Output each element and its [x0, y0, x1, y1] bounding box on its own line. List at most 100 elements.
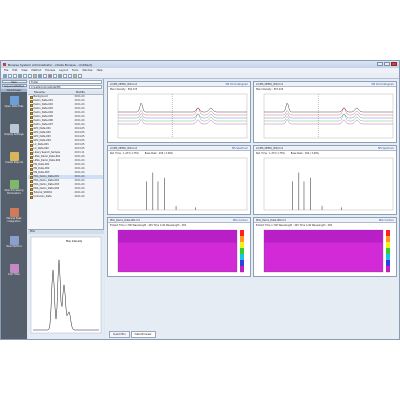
data-file-icon	[29, 175, 33, 179]
menu-method[interactable]: Method	[32, 69, 42, 72]
open-icon[interactable]	[3, 73, 7, 78]
nav-button-filter[interactable]: Instr Filter	[1, 264, 27, 288]
chrom-plot[interactable]	[254, 91, 396, 143]
nav-button-new-method[interactable]: New Method	[1, 236, 27, 260]
nav-button-label: Display Settings	[4, 133, 24, 136]
menu-process[interactable]: Process	[45, 69, 55, 72]
nav-button-peak-integration[interactable]: Manual Peak Integration	[1, 208, 27, 232]
pda-preview-chart: Max Intensity	[30, 236, 102, 334]
grid-icon[interactable]	[43, 73, 47, 78]
color-scale-band	[386, 229, 390, 236]
data-file-icon	[29, 163, 33, 167]
pane-mode[interactable]: MS Spectrum	[378, 147, 394, 150]
pane-mode[interactable]: PDA Contour	[379, 219, 394, 222]
zoom-icon[interactable]	[38, 73, 42, 78]
refresh-icon[interactable]	[18, 73, 22, 78]
report-icon	[9, 152, 19, 161]
new-method-icon	[9, 236, 19, 245]
chrom-plot[interactable]	[108, 91, 250, 143]
color-scale-band	[240, 265, 244, 272]
file-browser-panel: Folder C:\LabSolutions\Data\MS Filename …	[28, 79, 104, 339]
nav-mode-sequence[interactable]: Sequence/Method	[1, 83, 27, 87]
window-controls	[377, 62, 397, 66]
tab-quant-browser[interactable]: Quant Bro	[109, 331, 130, 338]
pane-mode[interactable]: MS Spectrum	[232, 147, 248, 150]
folder-path-field[interactable]: C:\LabSolutions\Data\MS	[29, 85, 102, 89]
column-modified[interactable]: Modifie	[74, 91, 85, 94]
spec-plot[interactable]	[254, 155, 396, 215]
nav-button-processing[interactable]: New Processing Parameters	[1, 180, 27, 204]
menu-view[interactable]: View	[21, 69, 27, 72]
pane-contour-left[interactable]: PDA_Demo_Data-001.lcd PDA Contour Extract …	[107, 217, 251, 277]
data-file-icon	[29, 131, 33, 135]
copy-icon[interactable]	[28, 73, 32, 78]
left-navigation: Open Sequence/Method Data Browser Open D…	[1, 79, 27, 339]
pane-chrom-right[interactable]: LC/MS_DEMO_IDX2.lcd MS Chromatogram Max In…	[253, 81, 397, 143]
nav-mode-open[interactable]: Open	[1, 79, 27, 83]
peak-icon[interactable]	[48, 73, 52, 78]
cut-icon[interactable]	[23, 73, 27, 78]
nav-button-label: Open Data Files	[4, 105, 24, 108]
save-icon[interactable]	[8, 73, 12, 78]
nav-mode-data-browser[interactable]: Data Browser	[1, 89, 27, 92]
pane-chrom-left[interactable]: LC/MS_DEMO_IDX1.lcd MS Chromatogram Max In…	[107, 81, 251, 143]
file-row[interactable]: Unknown_Data 2011-04	[28, 195, 103, 199]
data-file-icon	[29, 135, 33, 139]
color-scale-band	[386, 265, 390, 272]
overlay-icon[interactable]	[53, 73, 57, 78]
title-bar: Browse System Administrator - [Data Brow…	[1, 61, 399, 68]
bottom-tabs: Quant Bro Data Browser	[105, 331, 156, 338]
plot-area	[263, 157, 394, 210]
color-scale-band	[386, 253, 390, 260]
pane-mode[interactable]: MS Chromatogram	[226, 83, 248, 86]
data-file-icon	[29, 159, 33, 163]
nav-mode-selector: Open Sequence/Method	[1, 79, 27, 89]
folder-type-dropdown[interactable]: Folder	[29, 80, 102, 84]
tab-data-browser[interactable]: Data Browser	[130, 331, 156, 338]
contour-plot[interactable]	[254, 227, 396, 277]
pane-spec-left[interactable]: LC/MS_DEMO_IDX1.lcd MS Spectrum Ret. Time …	[107, 145, 251, 215]
color-scale-band	[240, 229, 244, 236]
data-file-icon	[29, 155, 33, 159]
help-icon[interactable]	[78, 73, 82, 78]
settings-icon[interactable]	[68, 73, 72, 78]
window-title: Browse System Administrator - [Data Brow…	[8, 62, 92, 67]
data-file-icon	[29, 179, 33, 183]
maximize-button[interactable]	[384, 62, 390, 66]
report-icon[interactable]	[73, 73, 77, 78]
nav-button-folder[interactable]: Open Data Files	[1, 96, 27, 120]
close-button[interactable]	[391, 62, 397, 66]
pda-preview-panel: PDA Max Intensity	[28, 229, 104, 339]
print-icon[interactable]	[13, 73, 17, 78]
contour-plot[interactable]	[108, 227, 250, 277]
app-icon	[3, 63, 6, 66]
spectrum-icon[interactable]	[58, 73, 62, 78]
table-icon[interactable]	[63, 73, 67, 78]
application-window: Browse System Administrator - [Data Brow…	[0, 60, 400, 340]
menu-tools[interactable]: Tools	[72, 69, 78, 72]
nav-button-label: New Method	[6, 245, 22, 248]
nav-button-display-settings[interactable]: Display Settings	[1, 124, 27, 148]
color-scale-band	[240, 241, 244, 248]
processing-icon	[9, 180, 19, 189]
peak-integration-icon	[9, 208, 19, 217]
pane-mode[interactable]: MS Chromatogram	[372, 83, 394, 86]
pane-contour-right[interactable]: PDA_Demo_Data-002.lcd PDA Contour Extract …	[253, 217, 397, 277]
column-filename[interactable]: Filename	[28, 91, 74, 94]
nav-button-report[interactable]: Create Reports	[1, 152, 27, 176]
pane-mode[interactable]: PDA Contour	[233, 219, 248, 222]
color-scale-band	[386, 235, 390, 242]
plot-area	[117, 93, 248, 138]
spec-plot[interactable]	[108, 155, 250, 215]
menu-edit[interactable]: Edit	[12, 69, 17, 72]
data-file-icon	[29, 103, 33, 107]
pane-spec-right[interactable]: LC/MS_DEMO_IDX2.lcd MS Spectrum Ret. Time …	[253, 145, 397, 215]
layout-icon[interactable]	[33, 73, 37, 78]
menu-help[interactable]: Help	[97, 69, 103, 72]
color-scale-band	[240, 247, 244, 254]
pane-file-name: PDA_Demo_Data-001.lcd	[110, 218, 140, 222]
menu-window[interactable]: Window	[82, 69, 92, 72]
menu-layout[interactable]: Layout	[59, 69, 68, 72]
menu-file[interactable]: File	[4, 69, 8, 72]
minimize-button[interactable]	[377, 62, 383, 66]
